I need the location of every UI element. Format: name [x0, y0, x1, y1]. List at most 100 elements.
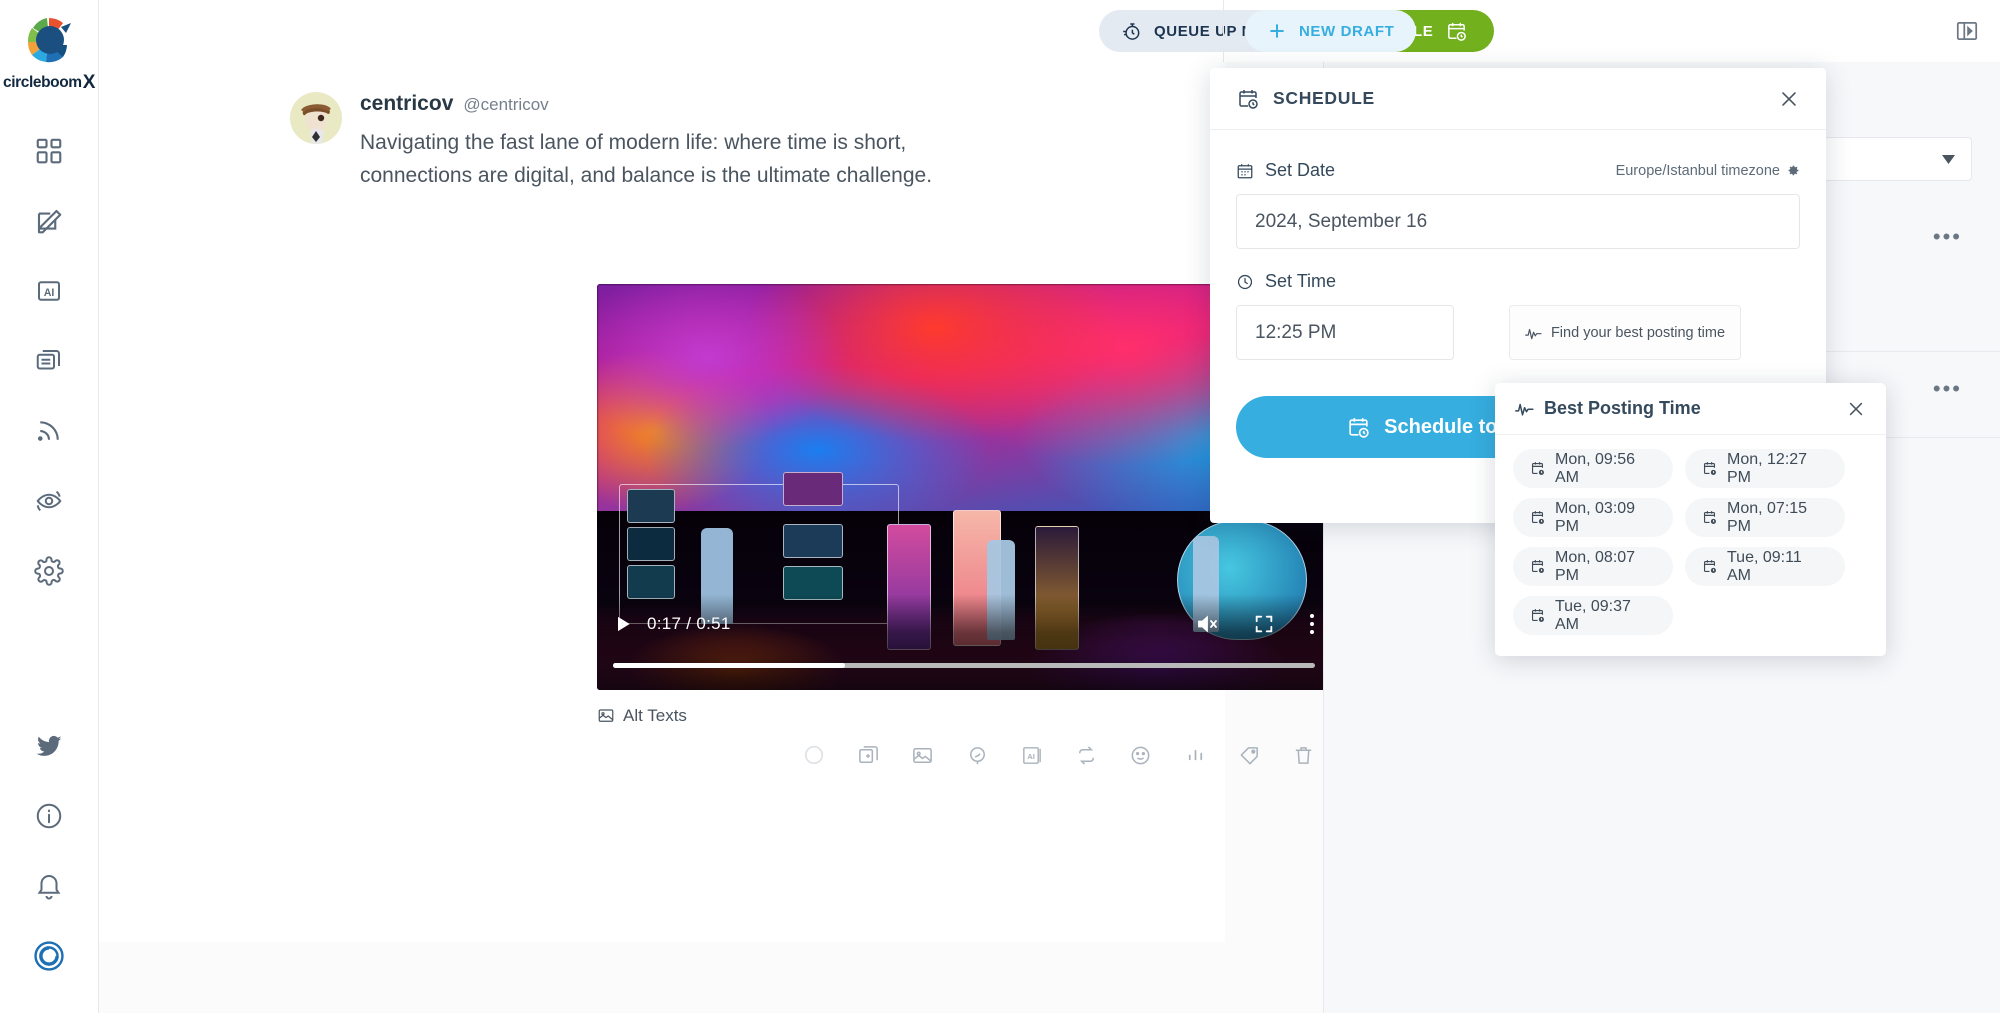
ellipsis-icon[interactable]: ••• [1933, 376, 1962, 402]
calendar-clock-icon [1701, 558, 1718, 575]
timezone-label: Europe/Istanbul timezone [1615, 162, 1780, 179]
sidebar-item-queue[interactable] [14, 326, 84, 396]
avatar [290, 92, 342, 144]
calendar-clock-icon [1701, 460, 1718, 477]
smiley-icon[interactable] [1126, 740, 1156, 770]
kebab-menu-icon[interactable] [1309, 613, 1315, 635]
bell-icon [34, 871, 64, 901]
twitter-bird-icon [34, 731, 64, 761]
calendar-clock-icon [1529, 558, 1546, 575]
ai-box-icon: AI [34, 276, 64, 306]
gear-icon [1787, 164, 1800, 177]
calendar-clock-icon [1529, 460, 1546, 477]
char-count-ring[interactable] [799, 740, 829, 770]
sidebar-nav: AI [14, 116, 84, 606]
video-right-controls [1195, 612, 1315, 636]
panel-toggle-button[interactable] [1954, 0, 1980, 62]
sidebar-item-account[interactable] [14, 921, 84, 991]
repeat-icon[interactable] [1071, 740, 1101, 770]
bar-chart-icon[interactable] [1180, 740, 1210, 770]
best-time-slot[interactable]: Mon, 03:09 PM [1513, 498, 1673, 537]
sidebar-item-compose[interactable] [14, 186, 84, 256]
sidebar-item-history[interactable] [14, 466, 84, 536]
calendar-clock-icon [1529, 607, 1546, 624]
best-posting-time-slots: Mon, 09:56 AM Mon, 12:27 PM Mon, 03:09 P… [1495, 435, 1886, 649]
muted-volume-icon[interactable] [1195, 612, 1219, 636]
eye-refresh-icon [34, 486, 64, 516]
trash-icon[interactable] [1289, 740, 1319, 770]
app-logo[interactable]: circleboom X [3, 10, 95, 94]
alt-texts-button[interactable]: Alt Texts [597, 706, 687, 726]
schedule-modal-title: SCHEDULE [1273, 88, 1375, 108]
best-time-slot[interactable]: Mon, 07:15 PM [1685, 498, 1845, 537]
plus-icon [1267, 21, 1287, 41]
best-time-slot[interactable]: Tue, 09:37 AM [1513, 596, 1673, 635]
circleboom-logo-icon [19, 10, 79, 70]
new-draft-wrap: NEW DRAFT [1245, 0, 1417, 62]
sidebar-item-info[interactable] [14, 781, 84, 851]
fullscreen-icon[interactable] [1253, 613, 1275, 635]
brand-x-mark: X [82, 72, 96, 93]
brand-word-text: circleboom [3, 74, 82, 91]
best-time-slot[interactable]: Mon, 12:27 PM [1685, 449, 1845, 488]
find-best-posting-time-button[interactable]: Find your best posting time [1509, 305, 1741, 360]
best-posting-time-popover: Best Posting Time Mon, 09:56 AM Mon, 12:… [1495, 383, 1886, 656]
video-progress-bar[interactable] [613, 663, 1315, 668]
info-circle-icon [34, 801, 64, 831]
play-icon[interactable] [613, 613, 633, 635]
account-handle: @centricov [463, 95, 549, 114]
new-draft-button[interactable]: NEW DRAFT [1245, 10, 1417, 52]
time-controls: 12:25 PM Find your best posting time [1236, 305, 1800, 360]
date-input[interactable]: 2024, September 16 [1236, 194, 1800, 249]
best-time-slot-label: Tue, 09:11 AM [1727, 548, 1802, 584]
video-time-display: 0:17 / 0:51 [647, 614, 731, 633]
calendar-clock-icon [1529, 509, 1546, 526]
left-sidebar: circleboom X AI [0, 0, 99, 1013]
caret-down-icon [1942, 154, 1955, 164]
pulse-icon [1525, 326, 1542, 340]
find-best-posting-time-label: Find your best posting time [1550, 324, 1726, 341]
composer-identity: centricov @centricov Navigating the fast… [360, 92, 980, 192]
panel-toggle-icon [1954, 18, 1980, 44]
ellipsis-icon[interactable]: ••• [1933, 224, 1962, 250]
rss-icon [34, 416, 64, 446]
best-time-slot[interactable]: Mon, 08:07 PM [1513, 547, 1673, 586]
sidebar-item-rss[interactable] [14, 396, 84, 466]
best-time-slot-label: Tue, 09:37 AM [1555, 597, 1631, 633]
best-posting-time-header: Best Posting Time [1495, 383, 1886, 435]
close-icon[interactable] [1846, 399, 1866, 419]
best-time-slot[interactable]: Tue, 09:11 AM [1685, 547, 1845, 586]
tweet-text-editor[interactable]: Navigating the fast lane of modern life:… [360, 126, 980, 192]
gear-icon [34, 556, 64, 586]
video-progress-fill [613, 663, 845, 668]
calendar-clock-icon [1346, 415, 1371, 440]
sidebar-item-dashboard[interactable] [14, 116, 84, 186]
add-card-icon[interactable] [853, 740, 883, 770]
best-time-slot-label: Mon, 12:27 PM [1727, 450, 1808, 486]
svg-text:AI: AI [1027, 751, 1035, 760]
composer-header: centricov @centricov Navigating the fast… [290, 92, 980, 192]
pulse-icon [1515, 401, 1534, 416]
best-posting-time-title: Best Posting Time [1544, 398, 1701, 418]
ai-box-icon[interactable]: AI [1017, 740, 1047, 770]
sidebar-item-settings[interactable] [14, 536, 84, 606]
unsplash-icon[interactable] [962, 740, 992, 770]
sidebar-item-notifications[interactable] [14, 851, 84, 921]
app-root: circleboom X AI QUEUE UP NEXT NEW DRAFT … [0, 0, 2000, 1013]
sidebar-item-ai[interactable]: AI [14, 256, 84, 326]
timezone-setting[interactable]: Europe/Istanbul timezone [1616, 163, 1800, 179]
time-input[interactable]: 12:25 PM [1236, 305, 1454, 360]
set-time-label-group: Set Time [1236, 271, 1336, 292]
sidebar-item-twitter[interactable] [14, 711, 84, 781]
alt-text-image-icon [597, 707, 615, 725]
sidebar-bottom-nav [14, 711, 84, 1013]
clock-icon [1236, 273, 1254, 291]
account-name: centricov [360, 92, 454, 115]
main-region: QUEUE UP NEXT SCHEDULE [99, 0, 2000, 1013]
image-icon[interactable] [908, 740, 938, 770]
close-icon[interactable] [1778, 88, 1800, 110]
toolbar-divider [1223, 0, 1224, 62]
best-time-slot[interactable]: Mon, 09:56 AM [1513, 449, 1673, 488]
tag-icon[interactable] [1235, 740, 1265, 770]
composer-tools: AI [799, 740, 1319, 770]
